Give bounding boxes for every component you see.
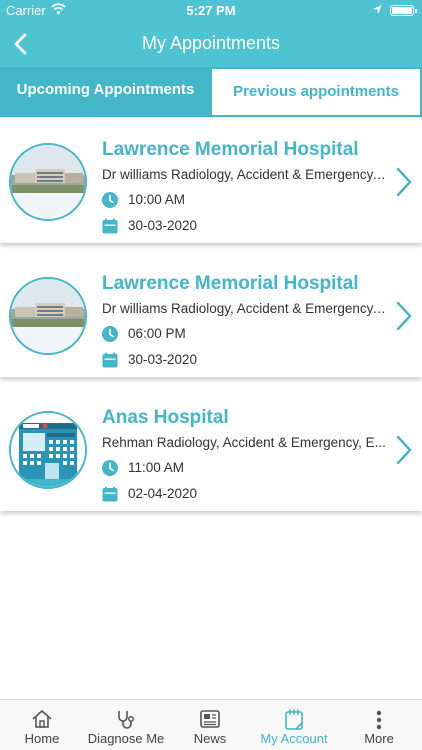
hospital-illustration-avatar [9, 411, 87, 489]
tab-home-label: Home [24, 731, 60, 746]
hospital-photo-icon [11, 279, 85, 353]
appointment-date: 30-03-2020 [128, 218, 198, 233]
tab-diagnose-me[interactable]: Diagnose Me [84, 700, 168, 750]
tab-news-label: News [193, 731, 227, 746]
notepad-icon [285, 709, 303, 730]
news-icon [200, 710, 220, 728]
tab-my-account-label: My Account [260, 731, 328, 746]
appointment-card[interactable]: Lawrence Memorial Hospital Dr williams R… [0, 117, 422, 243]
appointment-date: 02-04-2020 [128, 486, 198, 501]
tab-home[interactable]: Home [0, 700, 84, 750]
appointment-time: 10:00 AM [128, 192, 186, 207]
appointment-details: Dr williams Radiology, Accident & Emerge… [102, 301, 387, 316]
clock-time: 5:27 PM [186, 3, 236, 18]
hospital-photo-icon [11, 145, 85, 219]
tab-previous-appointments[interactable]: Previous appointments [212, 69, 420, 115]
more-dots-icon [376, 710, 382, 730]
tab-my-account[interactable]: My Account [252, 700, 336, 750]
appointment-details: Rehman Radiology, Accident & Emergency, … [102, 435, 386, 450]
appointment-time: 06:00 PM [128, 326, 186, 341]
location-arrow-icon [373, 5, 382, 14]
hospital-name: Lawrence Memorial Hospital [102, 139, 359, 160]
clock-icon [102, 460, 118, 476]
appointment-details: Dr williams Radiology, Accident & Emerge… [102, 167, 387, 182]
chevron-right-icon[interactable] [395, 301, 413, 331]
bottom-tab-bar: Home Diagnose Me News My Account More [0, 699, 422, 750]
chevron-right-icon[interactable] [395, 167, 413, 197]
battery-icon [390, 5, 417, 16]
calendar-icon [102, 486, 118, 502]
appointment-tabs: Upcoming Appointments Previous appointme… [0, 67, 422, 117]
appointment-date: 30-03-2020 [128, 352, 198, 367]
clock-icon [102, 192, 118, 208]
appointment-card[interactable]: Lawrence Memorial Hospital Dr williams R… [0, 251, 422, 377]
status-bar: Carrier 5:27 PM [0, 0, 422, 22]
screen: Carrier 5:27 PM My Appointments Upcoming… [0, 0, 422, 750]
calendar-icon [102, 352, 118, 368]
page-title: My Appointments [141, 33, 281, 53]
clock-icon [102, 326, 118, 342]
tab-upcoming-appointments[interactable]: Upcoming Appointments [0, 67, 211, 117]
navigation-bar: My Appointments [0, 22, 422, 67]
hospital-photo-avatar [9, 143, 87, 221]
appointment-time: 11:00 AM [128, 460, 185, 475]
chevron-right-icon[interactable] [395, 435, 413, 465]
tab-more-label: More [364, 731, 394, 746]
calendar-icon [102, 218, 118, 234]
tab-news[interactable]: News [168, 700, 252, 750]
home-icon [32, 710, 52, 728]
hospital-photo-avatar [9, 277, 87, 355]
stethoscope-icon [118, 711, 134, 729]
tab-diagnose-me-label: Diagnose Me [87, 731, 165, 746]
hospital-name: Lawrence Memorial Hospital [102, 273, 359, 294]
tab-more[interactable]: More [336, 700, 422, 750]
hospital-name: Anas Hospital [102, 407, 229, 428]
appointment-card[interactable]: Anas Hospital Rehman Radiology, Accident… [0, 385, 422, 511]
hospital-building-icon [11, 413, 85, 487]
